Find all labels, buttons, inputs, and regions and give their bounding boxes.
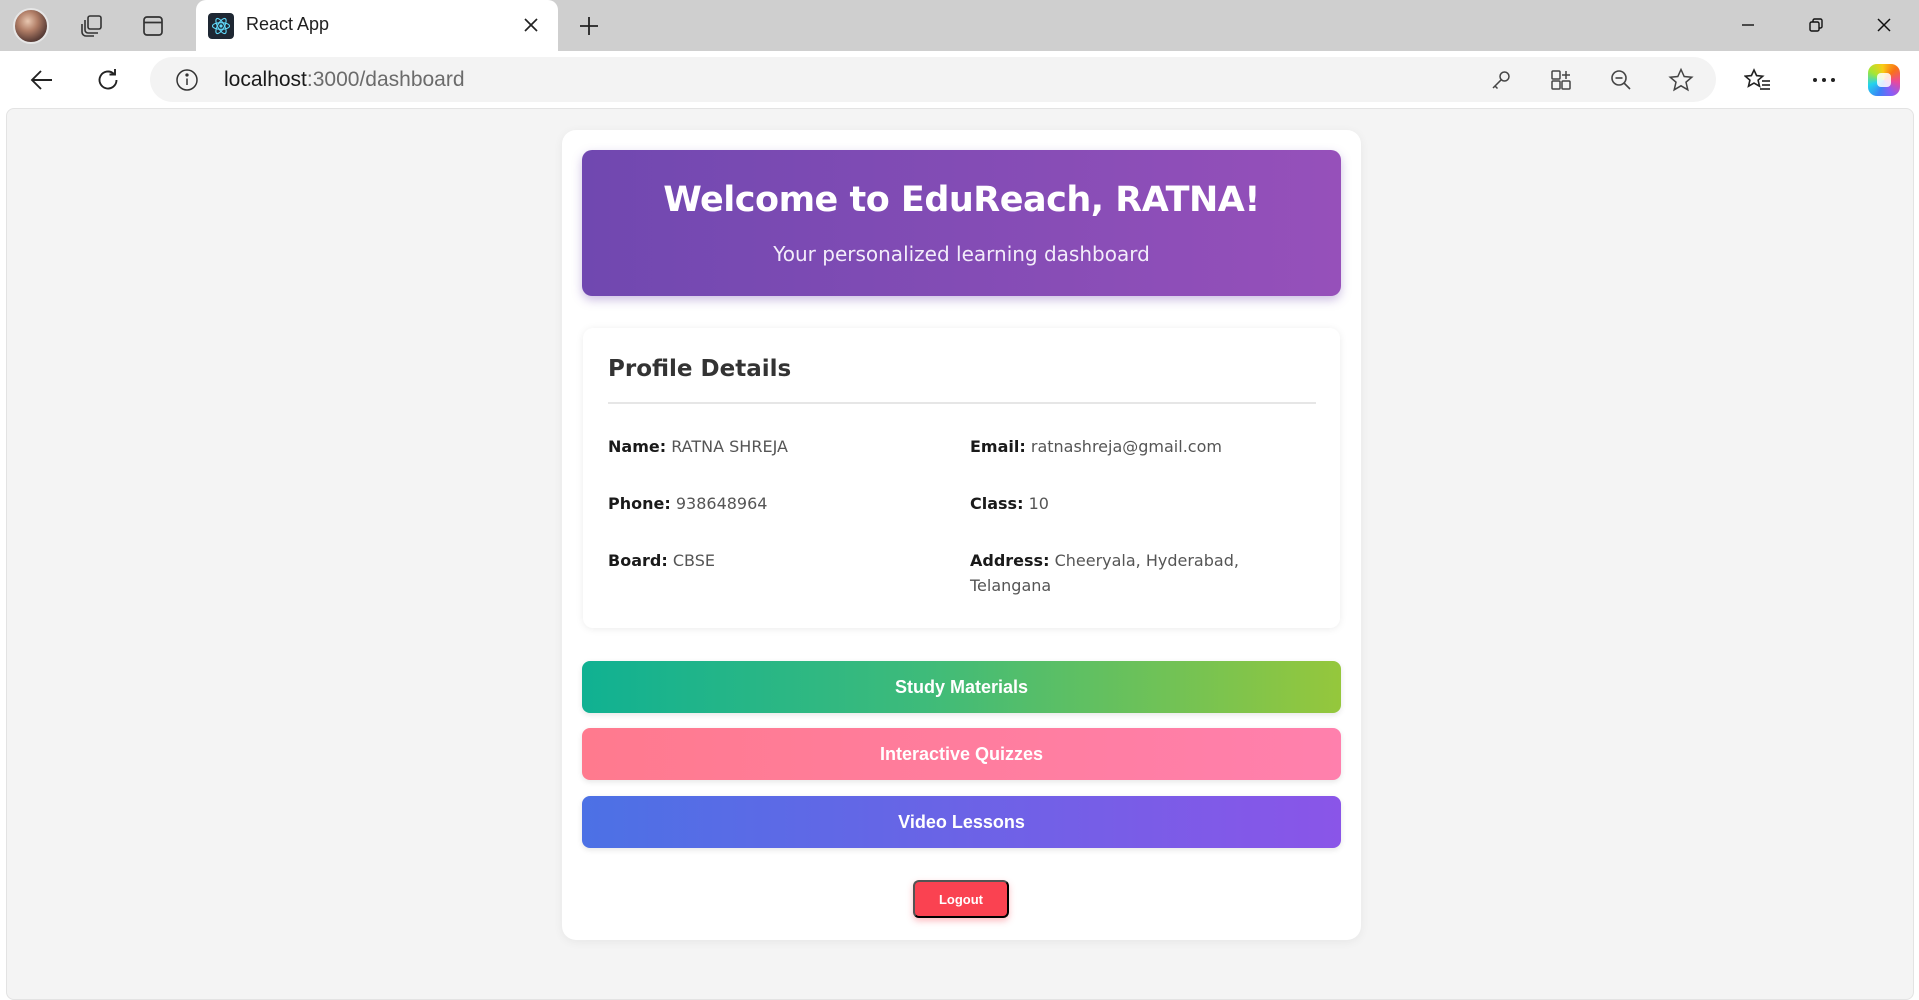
active-tab[interactable]: React App [196,0,558,51]
profile-field-name: Name: RATNA SHREJA [608,434,918,459]
back-arrow-icon[interactable] [22,60,62,100]
field-label: Address: [970,551,1050,570]
divider [608,402,1316,404]
url-host: localhost [224,68,307,91]
tab-title: React App [246,14,330,34]
copilot-icon[interactable] [1868,64,1900,96]
dashboard-card: Welcome to EduReach, RATNA! Your persona… [562,130,1361,940]
welcome-banner: Welcome to EduReach, RATNA! Your persona… [582,150,1341,296]
field-value: ratnashreja@gmail.com [1030,437,1222,456]
favorites-icon[interactable] [1738,60,1778,100]
interactive-quizzes-button[interactable]: Interactive Quizzes [582,728,1341,780]
field-value: CBSE [672,551,715,570]
field-value: 938648964 [675,494,768,513]
field-value: RATNA SHREJA [671,437,788,456]
restore-icon[interactable] [1794,8,1838,42]
profile-field-address: Address: Cheeryala, Hyderabad, Telangana [970,548,1270,598]
profile-card: Profile Details Name: RATNA SHREJA Email… [583,328,1340,628]
key-icon[interactable] [1486,65,1516,95]
profile-field-class: Class: 10 [970,491,1280,516]
tab-actions-icon[interactable] [135,8,171,44]
profile-field-phone: Phone: 938648964 [608,491,918,516]
page-subtitle: Your personalized learning dashboard [773,242,1150,266]
url-text: localhost:3000/dashboard [224,68,465,92]
reload-icon[interactable] [88,60,128,100]
profile-field-board: Board: CBSE [608,548,918,573]
profile-field-email: Email: ratnashreja@gmail.com [970,434,1280,459]
react-icon [208,13,234,39]
page-viewport: Welcome to EduReach, RATNA! Your persona… [6,108,1914,1000]
field-label: Email: [970,437,1026,456]
logout-button[interactable]: Logout [913,880,1009,918]
url-path: :3000/dashboard [306,68,465,91]
window-close-icon[interactable] [1862,8,1906,42]
video-lessons-button[interactable]: Video Lessons [582,796,1341,848]
field-label: Name: [608,437,667,456]
star-icon[interactable] [1666,65,1696,95]
plus-icon[interactable] [572,9,606,43]
field-value: 10 [1028,494,1049,513]
close-icon[interactable] [516,10,546,40]
address-bar[interactable]: localhost:3000/dashboard [150,57,1716,102]
info-icon[interactable] [174,67,200,93]
browser-toolbar: localhost:3000/dashboard [0,51,1919,108]
field-label: Phone: [608,494,671,513]
field-label: Board: [608,551,668,570]
minimize-icon[interactable] [1726,8,1770,42]
profile-avatar[interactable] [13,8,49,44]
tab-strip: React App [0,0,1919,51]
more-icon[interactable] [1804,60,1844,100]
workspaces-icon[interactable] [74,8,110,44]
page-title: Welcome to EduReach, RATNA! [663,180,1260,220]
field-label: Class: [970,494,1024,513]
zoom-out-icon[interactable] [1606,65,1636,95]
study-materials-button[interactable]: Study Materials [582,661,1341,713]
profile-heading: Profile Details [608,356,792,382]
apps-icon[interactable] [1546,65,1576,95]
